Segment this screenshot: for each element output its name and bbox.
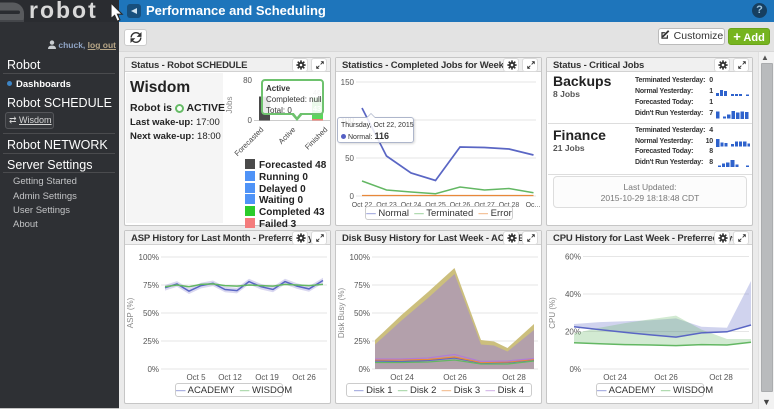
svg-text:Jobs: Jobs bbox=[225, 97, 234, 114]
svg-text:Oct 12: Oct 12 bbox=[218, 373, 242, 382]
svg-text:50%: 50% bbox=[354, 309, 370, 318]
svg-text:0: 0 bbox=[350, 192, 355, 201]
svg-text:Oc...: Oc... bbox=[526, 202, 541, 209]
svg-text:Forecasted: Forecasted bbox=[233, 125, 266, 158]
svg-text:Oct 24: Oct 24 bbox=[603, 373, 627, 382]
svg-text:0%: 0% bbox=[147, 365, 159, 374]
svg-text:Oct 26: Oct 26 bbox=[443, 373, 467, 382]
svg-text:100%: 100% bbox=[139, 253, 159, 262]
svg-text:Disk Busy (%): Disk Busy (%) bbox=[337, 288, 346, 339]
svg-text:25%: 25% bbox=[143, 337, 159, 346]
svg-text:Oct 28: Oct 28 bbox=[709, 373, 733, 382]
svg-text:50: 50 bbox=[345, 154, 354, 163]
svg-text:Oct 26: Oct 26 bbox=[292, 373, 316, 382]
svg-text:60%: 60% bbox=[565, 253, 581, 262]
svg-text:Oct 19: Oct 19 bbox=[255, 373, 279, 382]
svg-text:50%: 50% bbox=[143, 309, 159, 318]
svg-text:Oct 24: Oct 24 bbox=[390, 373, 414, 382]
svg-text:Oct 5: Oct 5 bbox=[186, 373, 206, 382]
svg-text:150: 150 bbox=[341, 78, 355, 87]
svg-text:0%: 0% bbox=[358, 365, 370, 374]
svg-text:80: 80 bbox=[243, 76, 252, 85]
svg-text:0: 0 bbox=[248, 116, 253, 125]
svg-text:Oct 26: Oct 26 bbox=[654, 373, 678, 382]
svg-text:75%: 75% bbox=[143, 281, 159, 290]
svg-text:CPU (%): CPU (%) bbox=[548, 297, 557, 329]
svg-text:Finished: Finished bbox=[303, 125, 329, 151]
svg-text:Oct 28: Oct 28 bbox=[502, 373, 526, 382]
svg-text:100%: 100% bbox=[350, 253, 370, 262]
svg-text:ASP (%): ASP (%) bbox=[126, 297, 135, 328]
svg-text:Active: Active bbox=[277, 125, 298, 146]
svg-text:40%: 40% bbox=[565, 290, 581, 299]
svg-text:75%: 75% bbox=[354, 281, 370, 290]
svg-text:0%: 0% bbox=[569, 365, 581, 374]
svg-text:25%: 25% bbox=[354, 337, 370, 346]
